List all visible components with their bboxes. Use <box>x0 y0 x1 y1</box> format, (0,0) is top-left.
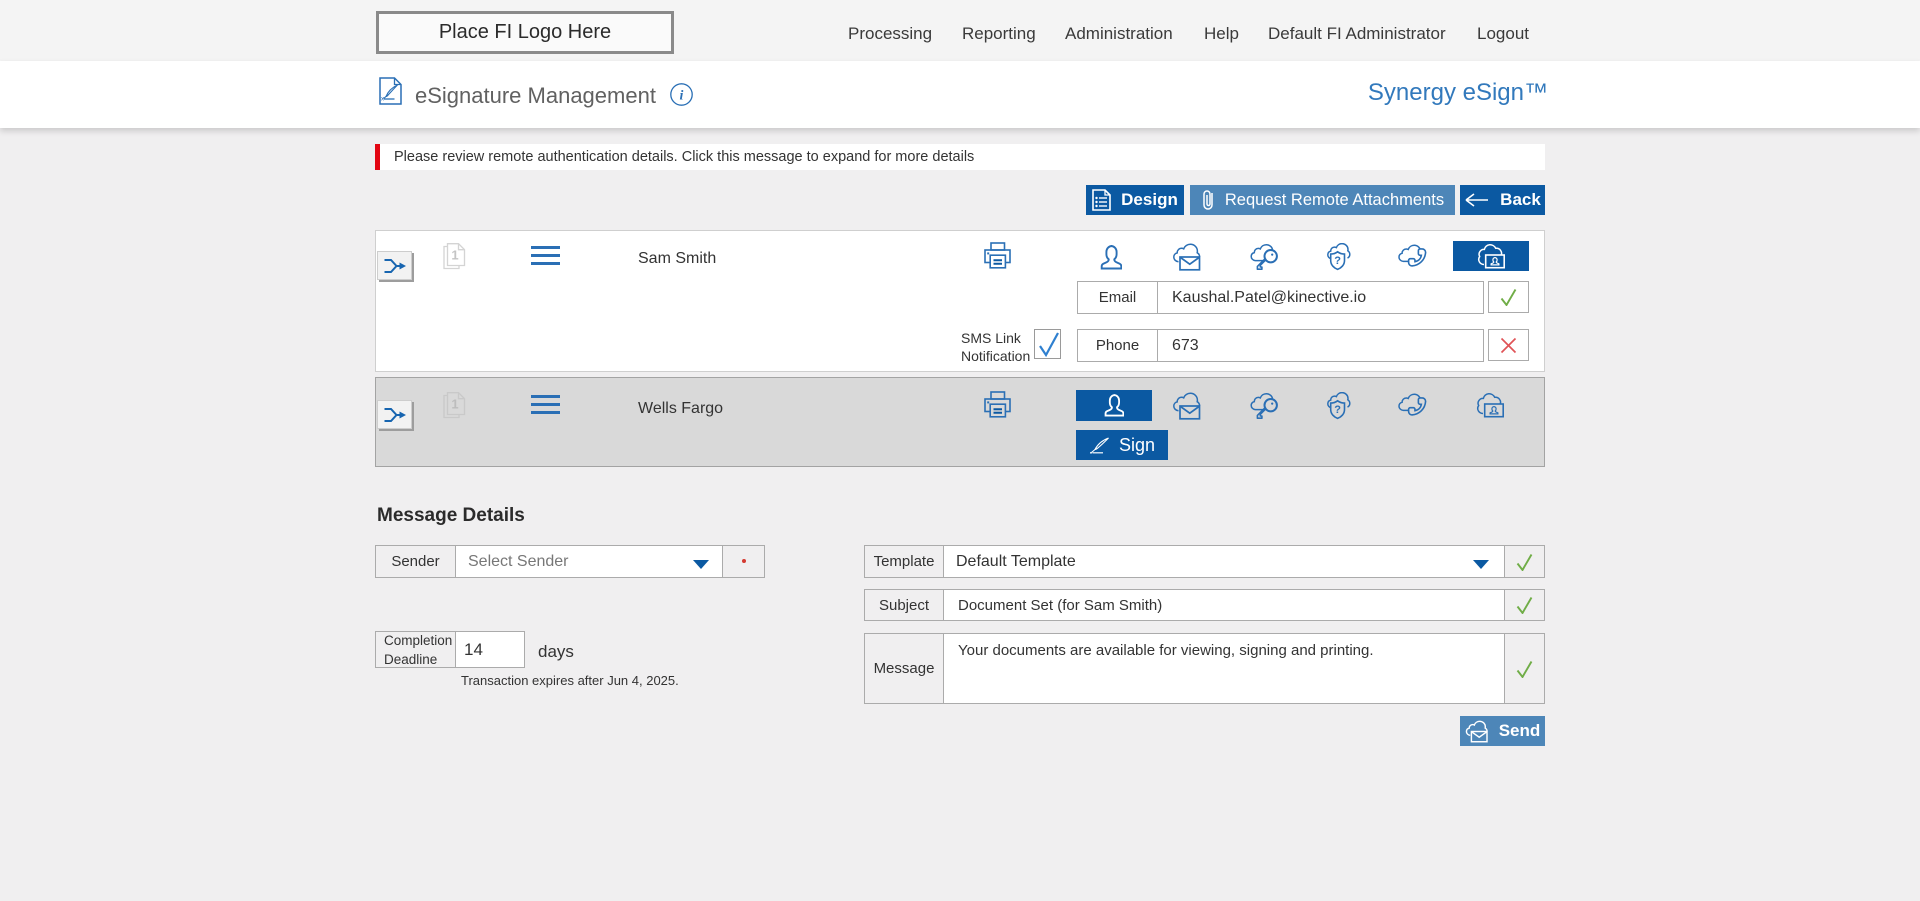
svg-text:?: ? <box>1334 404 1341 416</box>
svg-text:1: 1 <box>451 248 458 263</box>
svg-text:x: x <box>381 97 384 103</box>
svg-text:1: 1 <box>451 397 458 412</box>
svg-text:i: i <box>680 89 684 104</box>
svg-text:?: ? <box>1334 255 1341 267</box>
